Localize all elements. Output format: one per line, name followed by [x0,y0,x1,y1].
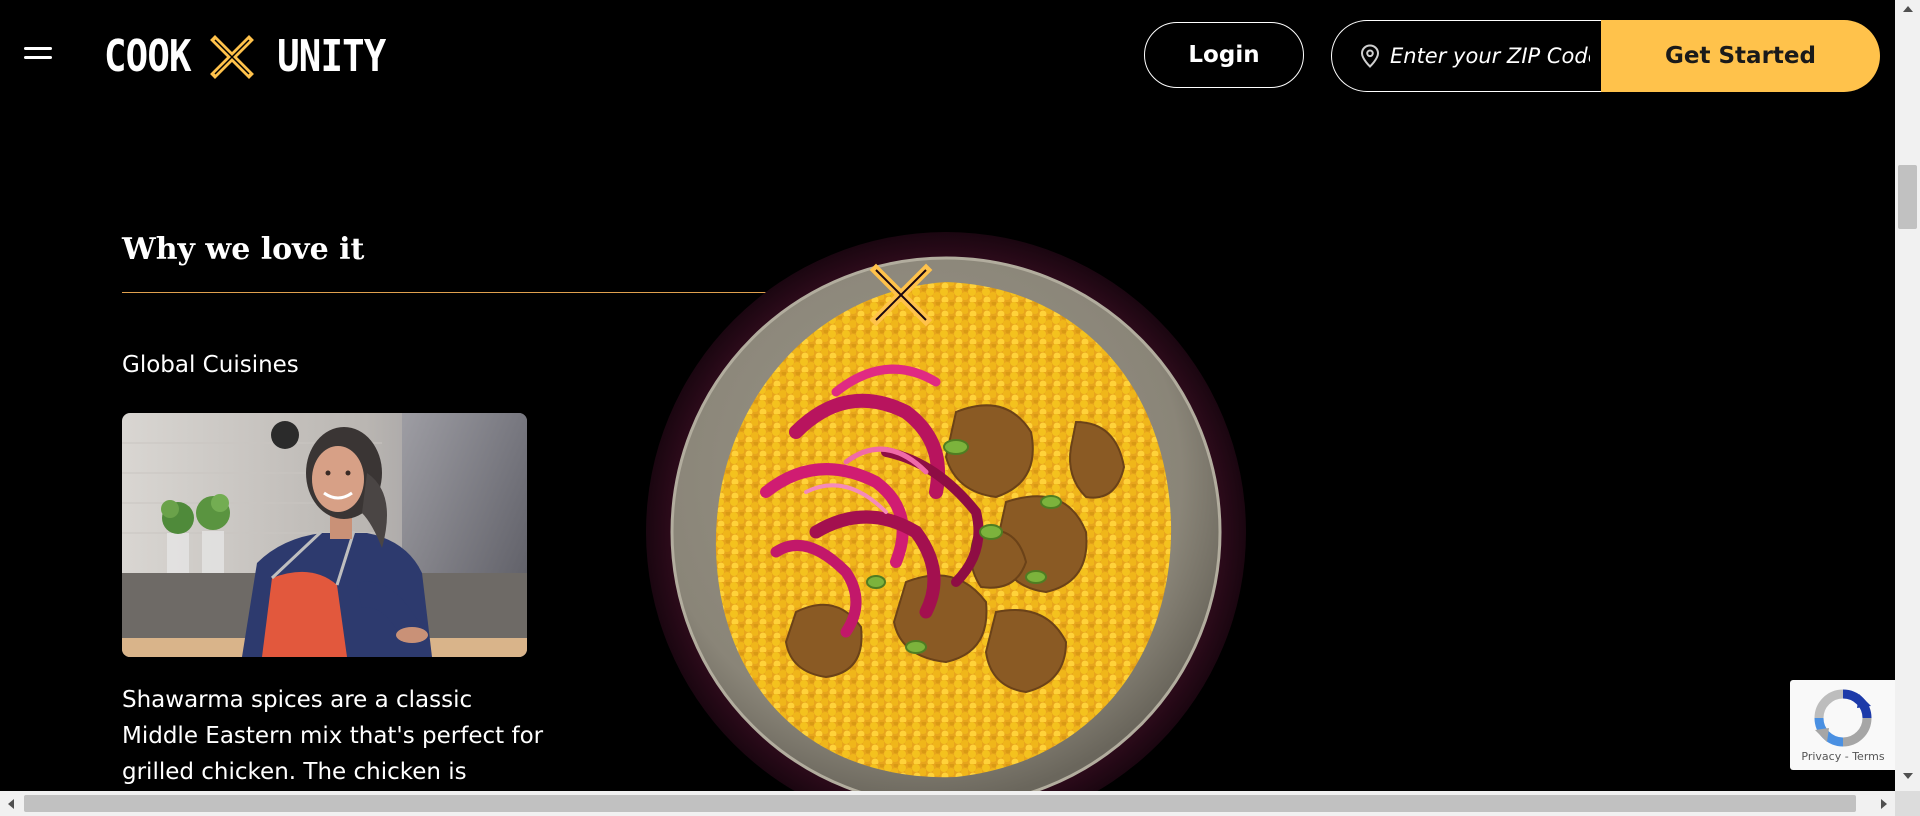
vertical-scroll-thumb[interactable] [1898,165,1917,229]
recaptcha-links: Privacy - Terms [1790,750,1895,763]
menu-bar [24,56,52,59]
dish-description: Shawarma spices are a classic Middle Eas… [122,687,544,785]
section-title: Why we love it [122,232,365,267]
scroll-up-arrow-icon[interactable] [1903,6,1913,12]
cookunity-logo[interactable]: COOK UNITY [104,31,386,82]
recaptcha-separator: - [1844,750,1849,763]
get-started-button[interactable]: Get Started [1601,20,1880,92]
scrollbar-corner [1895,791,1920,816]
chef-portrait-photo [122,413,527,657]
logo-cross-icon [210,35,254,79]
zip-field[interactable] [1331,20,1601,92]
cuisine-label: Global Cuisines [122,352,299,378]
hamburger-menu-icon[interactable] [24,47,52,65]
horizontal-scroll-thumb[interactable] [24,795,1856,812]
recaptcha-icon [1814,689,1872,747]
shawarma-chicken-couscous-plate-photo [646,232,1246,791]
scroll-right-arrow-icon[interactable] [1881,799,1887,809]
logo-word-left: COOK [104,31,192,82]
vertical-scrollbar[interactable] [1895,0,1920,791]
recaptcha-terms-link[interactable]: Terms [1852,750,1884,763]
scroll-left-arrow-icon[interactable] [8,799,14,809]
chef-photo [122,413,527,657]
page-viewport: COOK UNITY Login Get Started Why we love… [0,0,1895,791]
horizontal-scrollbar[interactable] [0,791,1895,816]
zip-form: Get Started [1331,20,1880,92]
zip-input[interactable] [1390,44,1590,68]
recaptcha-privacy-link[interactable]: Privacy [1801,750,1841,763]
recaptcha-badge[interactable]: Privacy - Terms [1790,680,1895,770]
location-pin-icon [1360,44,1380,68]
login-button[interactable]: Login [1144,22,1304,88]
scroll-down-arrow-icon[interactable] [1903,773,1913,779]
dish-image [646,232,1246,791]
logo-word-right: UNITY [277,31,386,82]
menu-bar [24,47,52,50]
